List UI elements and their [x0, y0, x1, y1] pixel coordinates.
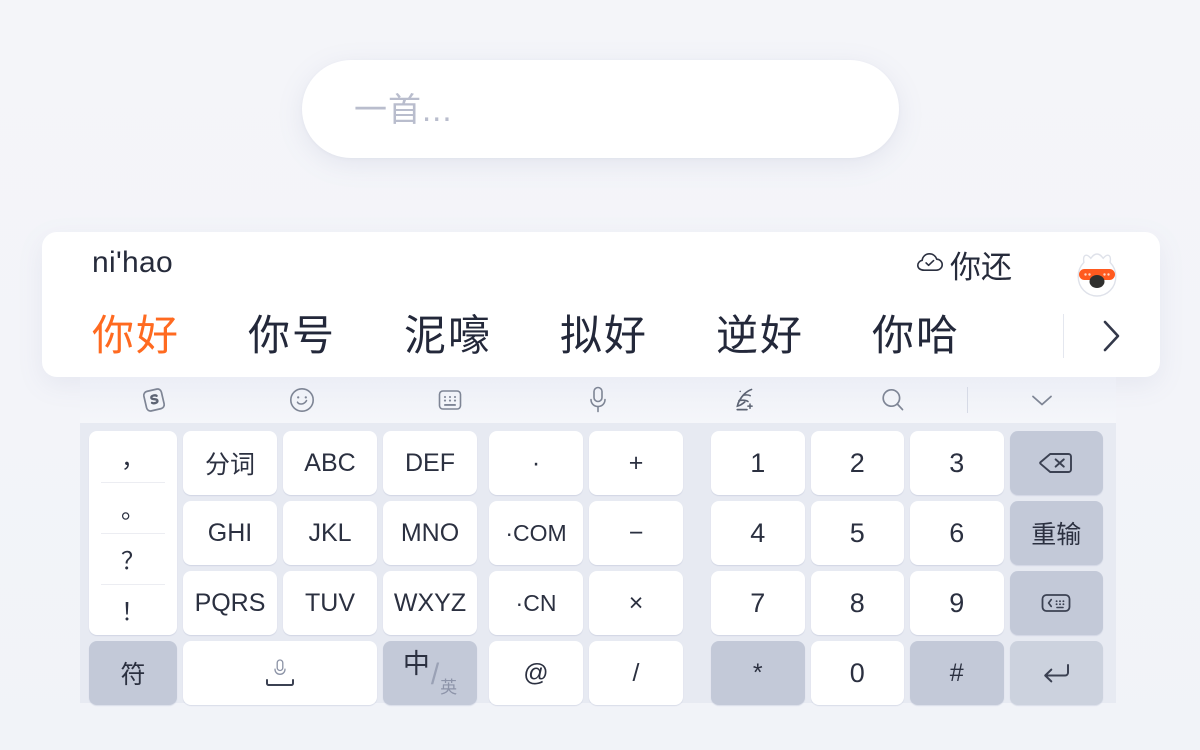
text-input-placeholder: 一首... — [354, 90, 453, 128]
keyboard-collapse-icon — [1038, 590, 1074, 616]
app-root: 一首... ni'hao 你还 你好 你号 泥嚎 拟好 逆好 你哈 ， 。 ？ … — [0, 0, 1200, 750]
key-space[interactable] — [183, 641, 377, 705]
text-input-field[interactable]: 一首... — [302, 60, 899, 158]
key-0[interactable]: 0 — [810, 641, 904, 705]
punct-question[interactable]: ？ — [89, 533, 177, 584]
handwriting-pen-icon — [730, 385, 760, 415]
candidate-item-2[interactable]: 泥嚎 — [370, 314, 526, 357]
keyboard-layout-icon — [435, 388, 465, 412]
keyboard-section-numpad: 1 2 3 4 5 6 重输 7 8 9 * 0 # — [707, 431, 1107, 705]
key-symbols[interactable]: 符 — [89, 641, 177, 705]
key-3[interactable]: 3 — [910, 431, 1004, 495]
backspace-icon — [1037, 449, 1075, 477]
key-6[interactable]: 6 — [910, 501, 1004, 565]
microphone-space-icon — [253, 656, 307, 690]
key-redo-input[interactable]: 重输 — [1009, 501, 1103, 565]
candidate-item-5[interactable]: 你哈 — [838, 314, 994, 357]
key-enter[interactable] — [1009, 641, 1103, 705]
emoji-smiley-icon — [288, 386, 316, 414]
key-backspace[interactable] — [1009, 431, 1103, 495]
candidate-expand-button[interactable] — [1064, 316, 1160, 356]
key-fenci[interactable]: 分词 — [183, 431, 277, 495]
chevron-down-icon — [1027, 390, 1057, 410]
candidate-list: 你好 你号 泥嚎 拟好 逆好 你哈 — [42, 294, 1160, 377]
key-asterisk[interactable]: * — [711, 641, 805, 705]
key-at[interactable]: @ — [489, 641, 583, 705]
pinyin-composition-text[interactable]: ni'hao — [92, 248, 173, 278]
key-5[interactable]: 5 — [810, 501, 904, 565]
cloud-candidate[interactable]: 你还 — [917, 252, 1012, 283]
key-jkl[interactable]: JKL — [283, 501, 377, 565]
pinyin-row: ni'hao 你还 — [42, 232, 1160, 297]
candidate-item-3[interactable]: 拟好 — [526, 314, 682, 357]
keyboard-section-letters: ， 。 ？ ！ 分词 ABC DEF GHI JKL MNO PQRS TUV … — [85, 431, 477, 705]
key-hash[interactable]: # — [910, 641, 1004, 705]
enter-return-icon — [1039, 660, 1073, 686]
key-language-en: 英 — [440, 678, 458, 697]
key-def[interactable]: DEF — [383, 431, 477, 495]
key-9[interactable]: 9 — [910, 571, 1004, 635]
microphone-icon — [587, 385, 609, 415]
key-language-toggle[interactable]: 中 / 英 — [383, 641, 477, 705]
candidate-item-0[interactable]: 你好 — [58, 314, 214, 357]
key-dot[interactable]: · — [489, 431, 583, 495]
key-minus[interactable]: − — [589, 501, 683, 565]
key-4[interactable]: 4 — [711, 501, 805, 565]
key-dotcn[interactable]: ·CN — [489, 571, 583, 635]
cloud-check-icon — [917, 253, 943, 272]
toolbar-collapse-button[interactable] — [968, 377, 1116, 423]
search-icon — [879, 386, 907, 414]
candidate-items: 你好 你号 泥嚎 拟好 逆好 你哈 — [42, 314, 1063, 357]
keyboard-panel: ， 。 ？ ！ 分词 ABC DEF GHI JKL MNO PQRS TUV … — [80, 423, 1116, 705]
chevron-right-icon — [1099, 316, 1125, 356]
key-7[interactable]: 7 — [711, 571, 805, 635]
key-tuv[interactable]: TUV — [283, 571, 377, 635]
candidate-item-1[interactable]: 你号 — [214, 314, 370, 357]
key-8[interactable]: 8 — [810, 571, 904, 635]
toolbar-item-emoji[interactable] — [228, 377, 376, 423]
key-wxyz[interactable]: WXYZ — [383, 571, 477, 635]
key-multiply[interactable]: × — [589, 571, 683, 635]
key-ghi[interactable]: GHI — [183, 501, 277, 565]
key-plus[interactable]: + — [589, 431, 683, 495]
cloud-candidate-text: 你还 — [950, 250, 1012, 285]
sogou-logo-icon — [139, 385, 169, 415]
key-language-zh: 中 — [402, 649, 430, 679]
toolbar-item-search[interactable] — [819, 377, 967, 423]
candidate-panel: ni'hao 你还 你好 你号 泥嚎 拟好 逆好 你哈 — [42, 232, 1160, 377]
key-slash[interactable]: / — [589, 641, 683, 705]
key-2[interactable]: 2 — [810, 431, 904, 495]
keyboard-toolbar — [80, 377, 1116, 423]
keyboard-section-symbols: · + ·COM − ·CN × @ / — [485, 431, 685, 705]
key-hide-keyboard[interactable] — [1009, 571, 1103, 635]
punct-exclaim[interactable]: ！ — [89, 584, 177, 635]
key-mno[interactable]: MNO — [383, 501, 477, 565]
key-1[interactable]: 1 — [711, 431, 805, 495]
punct-period[interactable]: 。 — [89, 482, 177, 533]
toolbar-item-sogou[interactable] — [80, 377, 228, 423]
toolbar-item-voice[interactable] — [524, 377, 672, 423]
key-language-slash: / — [430, 658, 440, 691]
key-dotcom[interactable]: ·COM — [489, 501, 583, 565]
toolbar-item-keyboard[interactable] — [376, 377, 524, 423]
key-abc[interactable]: ABC — [283, 431, 377, 495]
key-pqrs[interactable]: PQRS — [183, 571, 277, 635]
toolbar-item-handwriting[interactable] — [671, 377, 819, 423]
punctuation-column-key[interactable]: ， 。 ？ ！ — [89, 431, 177, 635]
candidate-item-4[interactable]: 逆好 — [682, 314, 838, 357]
punct-comma[interactable]: ， — [89, 431, 177, 482]
